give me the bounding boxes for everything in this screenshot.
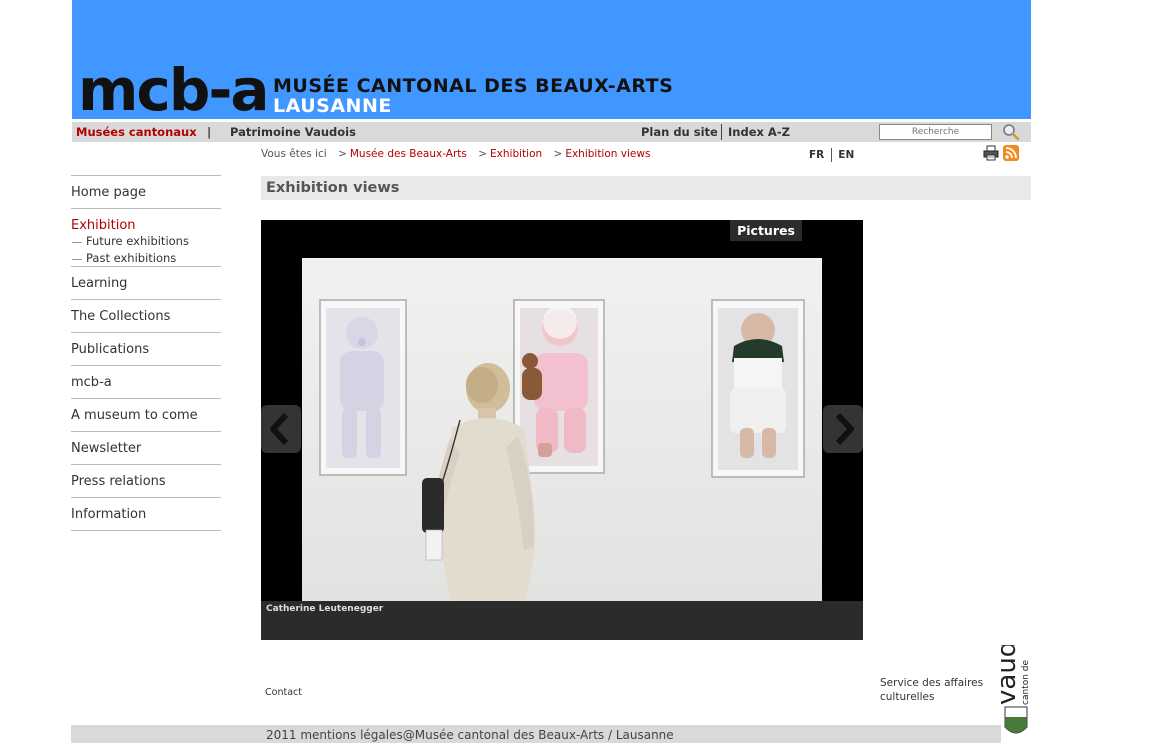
image-gallery: Pictures Catherine Leutenegger — [261, 220, 863, 640]
photo-credit: Catherine Leutenegger — [266, 604, 384, 614]
service-line-2: culturelles — [880, 691, 935, 703]
footer-bar: 2011 mentions légales@Musée cantonal des… — [71, 725, 1001, 743]
breadcrumb-link-exhibition-views[interactable]: Exhibition views — [565, 148, 650, 160]
rss-icon[interactable] — [1003, 145, 1019, 161]
previous-image-button[interactable] — [261, 405, 301, 453]
service-affaires-culturelles[interactable]: Service des affaires culturelles — [880, 676, 990, 704]
breadcrumb: Vous êtes ici > Musée des Beaux-Arts > Exh… — [261, 148, 650, 160]
sidebar-item-label: Learning — [71, 276, 128, 291]
museum-city: LAUSANNE — [273, 95, 392, 117]
sidebar-nav: Home page Exhibition Future exhibitions … — [71, 175, 221, 531]
gallery-tab-pictures[interactable]: Pictures — [730, 220, 802, 241]
top-nav-bar: Musées cantonaux | Patrimoine Vaudois Pl… — [72, 122, 1031, 142]
search-icon[interactable] — [1002, 123, 1020, 141]
breadcrumb-prefix: Vous êtes ici — [261, 148, 327, 160]
exhibition-photo[interactable] — [302, 258, 822, 603]
lang-en-link[interactable]: EN — [838, 149, 854, 161]
search-input[interactable] — [879, 124, 992, 140]
service-line-1: Service des affaires — [880, 677, 984, 689]
sidebar-item-learning[interactable]: Learning — [71, 266, 221, 299]
sidebar-item-mcb-a[interactable]: mcb-a — [71, 365, 221, 398]
sidebar-item-label: Newsletter — [71, 441, 142, 456]
sidebar-item-newsletter[interactable]: Newsletter — [71, 431, 221, 464]
sidebar-subitem-past-exhibitions[interactable]: Past exhibitions — [71, 250, 221, 267]
caption-bar: Catherine Leutenegger — [261, 601, 863, 640]
lang-divider — [831, 148, 833, 162]
sidebar-item-home[interactable]: Home page — [71, 175, 221, 208]
nav-link-patrimoine-vaudois[interactable]: Patrimoine Vaudois — [230, 125, 356, 139]
page-title: Exhibition views — [266, 180, 400, 196]
sidebar-item-information[interactable]: Information — [71, 497, 221, 530]
copyright-text: 2011 mentions légales@Musée cantonal des… — [266, 728, 674, 742]
breadcrumb-link-musee[interactable]: Musée des Beaux-Arts — [350, 148, 467, 160]
sidebar-item-label: mcb-a — [71, 375, 112, 390]
breadcrumb-separator: > — [478, 148, 488, 160]
print-icon[interactable] — [983, 145, 999, 161]
sidebar-item-label: Home page — [71, 185, 146, 200]
sidebar-item-label: Exhibition — [71, 218, 136, 233]
nav-divider — [721, 124, 722, 140]
contact-link[interactable]: Contact — [265, 687, 302, 698]
museum-name: MUSÉE CANTONAL DES BEAUX-ARTS — [273, 75, 674, 97]
sidebar-item-publications[interactable]: Publications — [71, 332, 221, 365]
header-banner: mcb-a MUSÉE CANTONAL DES BEAUX-ARTS LAUS… — [72, 0, 1031, 120]
sidebar-subitem-future-exhibitions[interactable]: Future exhibitions — [71, 233, 221, 250]
next-image-button[interactable] — [823, 405, 863, 453]
sidebar-item-label: Press relations — [71, 474, 166, 489]
canton-logo-text: vaud — [1001, 645, 1022, 705]
nav-link-plan-du-site[interactable]: Plan du site — [641, 125, 718, 139]
sidebar-item-label: A museum to come — [71, 408, 198, 423]
page-title-bar: Exhibition views — [261, 176, 1031, 200]
nav-separator: | — [207, 125, 212, 139]
sidebar-item-museum-to-come[interactable]: A museum to come — [71, 398, 221, 431]
canton-logo-subtext: canton de — [1021, 660, 1031, 705]
sidebar-item-label: Publications — [71, 342, 150, 357]
language-switcher: FR EN — [809, 148, 854, 162]
breadcrumb-link-exhibition[interactable]: Exhibition — [490, 148, 542, 160]
lang-fr-link[interactable]: FR — [809, 149, 824, 161]
nav-link-index-a-z[interactable]: Index A-Z — [728, 125, 790, 139]
breadcrumb-separator: > — [338, 148, 347, 160]
sidebar-item-label: Information — [71, 507, 147, 522]
canton-vaud-logo[interactable]: vaud canton de — [1001, 645, 1031, 740]
sidebar-subitem-label: Past exhibitions — [86, 251, 177, 265]
sidebar-item-press-relations[interactable]: Press relations — [71, 464, 221, 497]
sidebar-subitem-label: Future exhibitions — [86, 234, 189, 248]
sidebar-item-collections[interactable]: The Collections — [71, 299, 221, 332]
breadcrumb-separator: > — [553, 148, 563, 160]
sidebar-item-label: The Collections — [71, 309, 171, 324]
mcba-logo[interactable]: mcb-a — [78, 60, 270, 120]
nav-link-musees-cantonaux[interactable]: Musées cantonaux — [76, 125, 197, 139]
